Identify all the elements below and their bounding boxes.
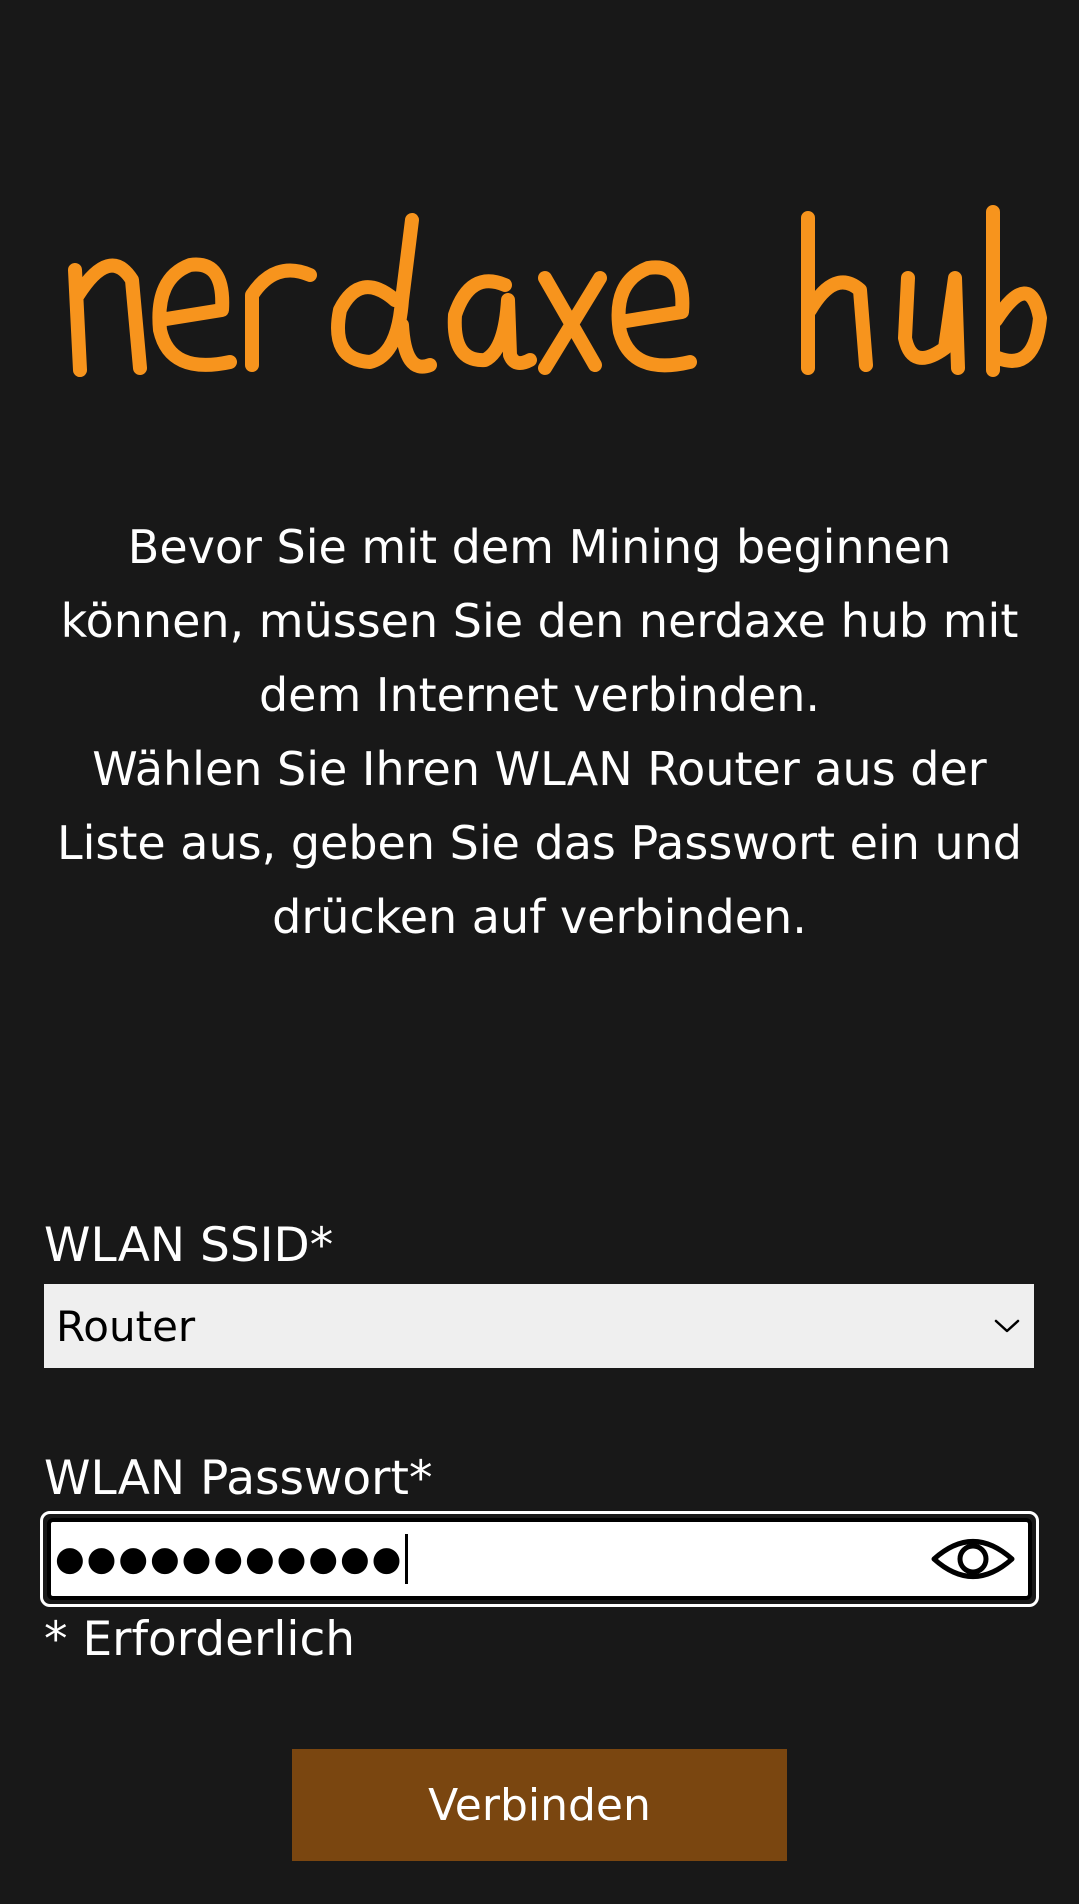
required-hint: * Erforderlich bbox=[44, 1612, 356, 1667]
connect-button[interactable]: Verbinden bbox=[292, 1749, 787, 1861]
ssid-label: WLAN SSID* bbox=[44, 1218, 334, 1273]
ssid-select-value: Router bbox=[56, 1301, 196, 1351]
password-masked-value: ●●●●●●●●●●● bbox=[55, 1539, 404, 1579]
intro-text: Bevor Sie mit dem Mining beginnen können… bbox=[40, 510, 1039, 954]
chevron-down-icon bbox=[992, 1311, 1022, 1341]
password-field-focus-ring: ●●●●●●●●●●● bbox=[40, 1511, 1039, 1607]
brand-logo bbox=[0, 150, 1079, 430]
eye-icon[interactable] bbox=[928, 1531, 1018, 1587]
password-label: WLAN Passwort* bbox=[44, 1451, 433, 1506]
intro-paragraph-1: Bevor Sie mit dem Mining beginnen können… bbox=[60, 520, 1019, 722]
password-input[interactable]: ●●●●●●●●●●● bbox=[47, 1518, 1032, 1600]
ssid-select[interactable]: Router bbox=[44, 1284, 1034, 1368]
text-caret bbox=[405, 1534, 409, 1584]
intro-paragraph-2: Wählen Sie Ihren WLAN Router aus der Lis… bbox=[56, 742, 1023, 944]
